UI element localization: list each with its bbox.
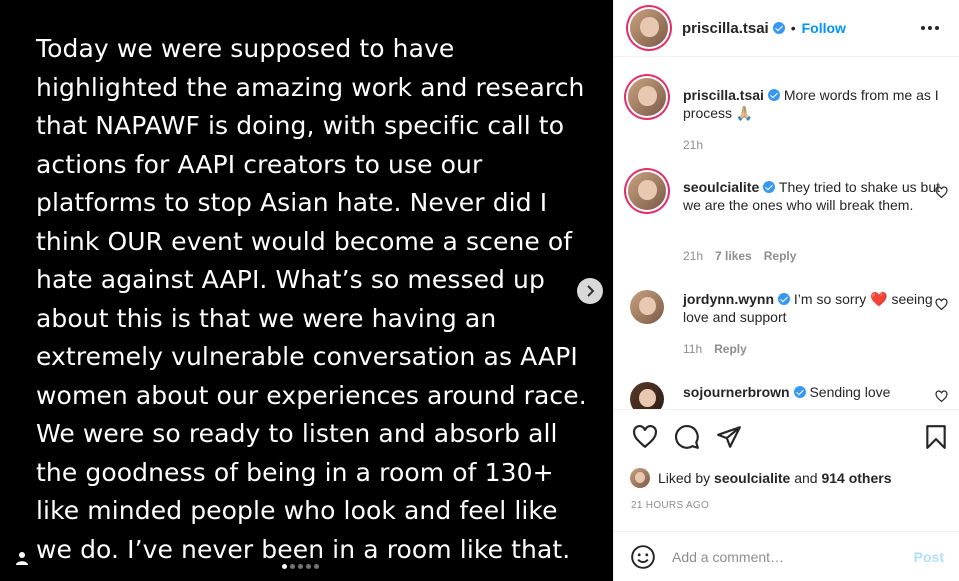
post-media[interactable]: Today we were supposed to have highlight… [0,0,613,581]
post-sidebar: priscilla.tsai • Follow priscilla.tsai M… [613,0,959,581]
comment-time[interactable]: 11h [683,342,702,356]
bookmark-icon[interactable] [924,424,948,450]
reply-button[interactable]: Reply [714,342,747,356]
carousel-indicator [282,564,319,569]
liked-by-user[interactable]: seoulcialite [714,470,790,486]
separator: • [790,20,796,36]
carousel-dot [306,564,311,569]
add-comment-bar: Add a comment… Post [614,531,959,581]
user-tag-icon[interactable] [14,550,30,566]
author-username[interactable]: priscilla.tsai [682,20,769,37]
verified-icon [772,22,785,34]
comment-username[interactable]: sojournerbrown [683,384,790,400]
heart-icon[interactable] [632,424,658,450]
emoji-icon[interactable] [630,544,656,570]
verified-icon [793,386,806,398]
next-slide-button[interactable] [577,278,603,304]
comment-item: sojournerbrown Sending love [628,382,948,409]
action-bar [628,424,948,452]
carousel-dot [290,564,295,569]
reply-button[interactable]: Reply [764,249,797,263]
post-image-text: Today we were supposed to have highlight… [36,34,587,564]
comment-time[interactable]: 21h [683,138,703,152]
comment-likes[interactable]: 7 likes [715,249,752,263]
comment-item: seoulcialite They tried to shake us but … [628,172,948,263]
follow-button[interactable]: Follow [802,20,846,36]
carousel-dot [314,564,319,569]
comment-username[interactable]: seoulcialite [683,179,759,195]
avatar[interactable] [630,382,664,409]
likes-summary: Liked by seoulcialite and 914 others [630,468,892,488]
avatar[interactable] [630,9,668,47]
verified-icon [763,181,776,193]
comment-input[interactable]: Add a comment… [672,549,914,565]
avatar[interactable] [630,290,664,324]
post-header: priscilla.tsai • Follow [614,0,959,57]
comments-list[interactable]: priscilla.tsai More words from me as I p… [614,58,959,410]
like-comment-heart-icon[interactable] [935,298,948,311]
avatar[interactable] [628,78,666,116]
comment-text: Sending love [809,384,891,400]
verified-icon [767,89,780,101]
comment-icon[interactable] [674,424,700,450]
comment-username[interactable]: jordynn.wynn [683,291,774,307]
likes-and: and [794,470,818,486]
like-comment-heart-icon[interactable] [935,390,948,403]
chevron-right-icon [587,285,595,297]
post-comment-button[interactable]: Post [914,549,944,565]
share-icon[interactable] [716,424,742,450]
like-comment-heart-icon[interactable] [935,186,948,199]
more-options-icon[interactable] [921,26,939,30]
carousel-dot [282,564,287,569]
avatar[interactable] [630,468,650,488]
avatar[interactable] [628,172,666,210]
comment-time[interactable]: 21h [683,249,703,263]
caption: priscilla.tsai More words from me as I p… [628,78,948,158]
likes-others[interactable]: 914 others [821,470,891,486]
liked-by-label: Liked by [658,470,711,486]
carousel-dot [298,564,303,569]
comment-username[interactable]: priscilla.tsai [683,87,764,103]
comment-item: jordynn.wynn I’m so sorry ❤️ seeing love… [628,290,948,360]
verified-icon [778,293,790,305]
post-timestamp[interactable]: 21 HOURS AGO [631,500,709,511]
